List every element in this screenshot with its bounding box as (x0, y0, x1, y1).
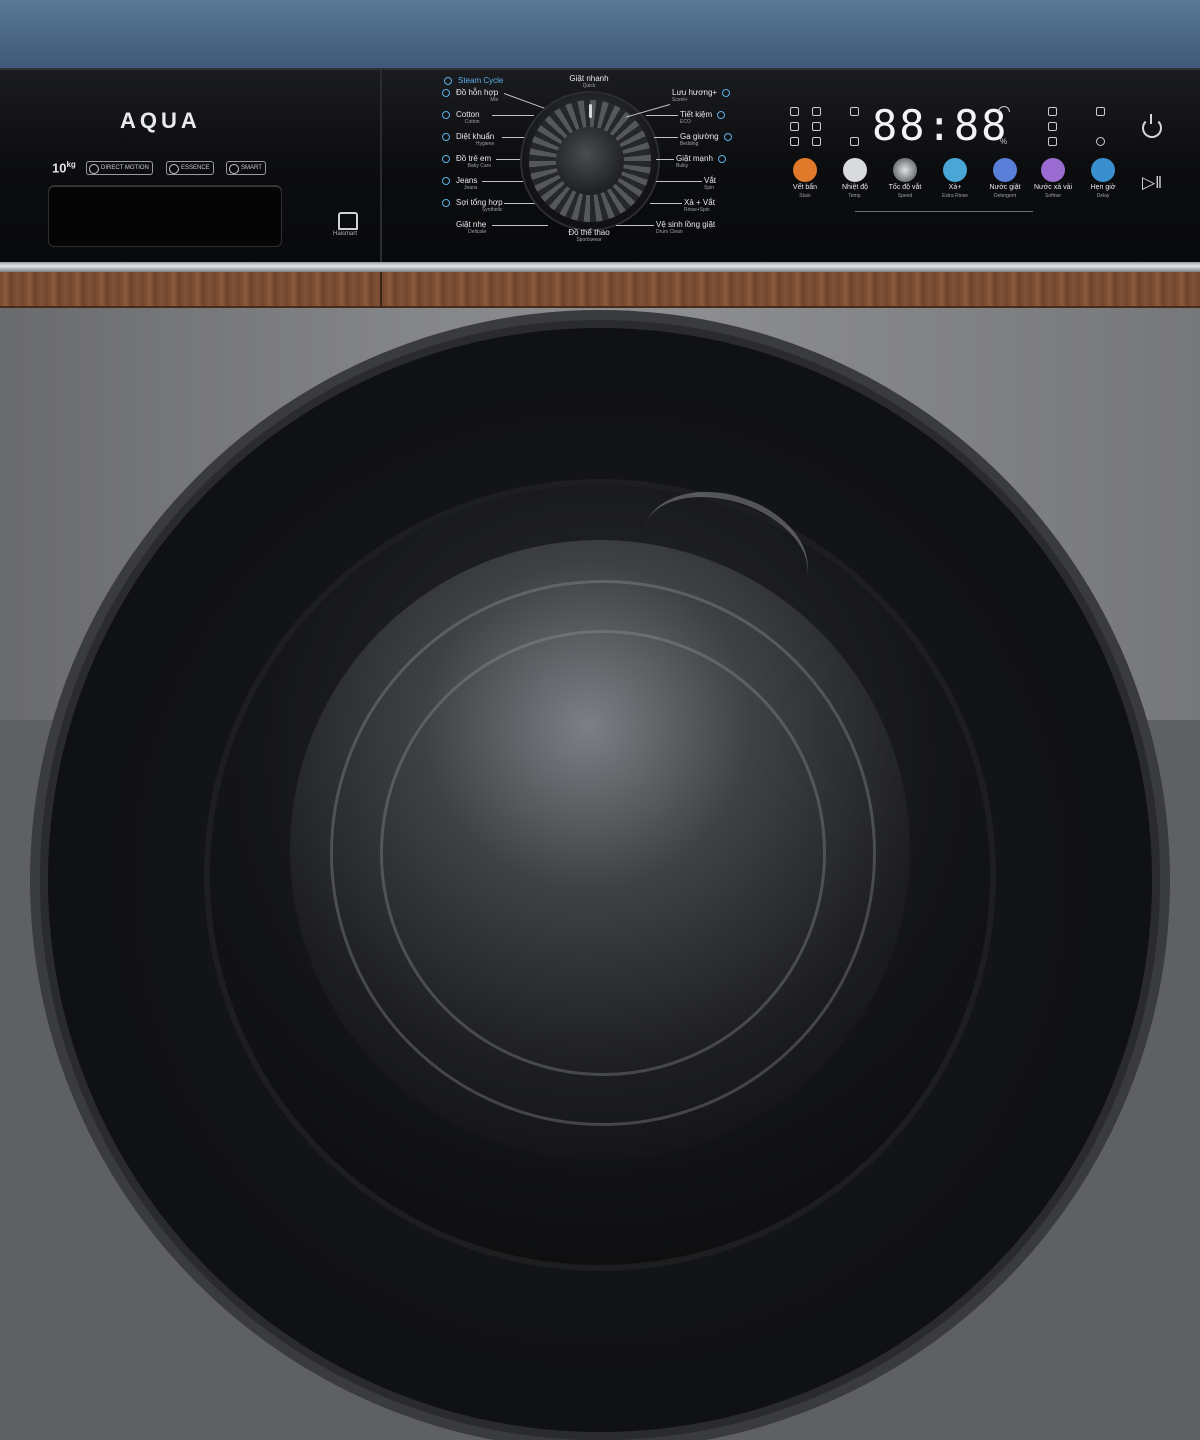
eye-icon (850, 137, 859, 146)
leader-line (492, 225, 548, 226)
temperature-icon (843, 158, 867, 182)
chrome-trim (0, 262, 1200, 272)
leader-line (502, 137, 528, 138)
function-stain[interactable]: Vết bẩn Stain (780, 158, 830, 199)
home-label: Haismart (333, 231, 358, 237)
function-delay[interactable]: Hẹn giờ Delay (1078, 158, 1128, 199)
wood-trim-divider (380, 272, 382, 306)
detergent-icon (993, 158, 1017, 182)
badge-smart: SMART (226, 161, 266, 175)
program-sportswear[interactable]: Đồ thể thao Sportswear (560, 228, 618, 243)
program-quick[interactable]: Giặt nhanh Quick (566, 74, 612, 89)
leader-line (492, 115, 534, 116)
play-pause-icon[interactable]: ▷‖ (1142, 173, 1162, 193)
drop-icon (1048, 107, 1057, 116)
program-mix[interactable]: Đồ hỗn hợp Mix (442, 88, 498, 103)
badge-essence: ESSENCE (166, 161, 214, 175)
softener-icon (1041, 158, 1065, 182)
essence-icon (169, 164, 179, 174)
indicator-icon (442, 111, 450, 119)
capacity-label: 10kg (52, 160, 76, 176)
shirt-icon (790, 107, 799, 116)
brand-logo: AQUA (120, 108, 201, 133)
program-bedding[interactable]: Ga giường Bedding (680, 132, 732, 147)
power-icon-bar (1150, 114, 1152, 124)
indicator-icon (444, 77, 452, 85)
delay-icon (1091, 158, 1115, 182)
leader-line (496, 159, 524, 160)
indicator-icon (442, 133, 450, 141)
program-steam-cycle[interactable]: Steam Cycle (444, 76, 503, 85)
function-temp[interactable]: Nhiệt độ Temp. (830, 158, 880, 199)
power-icon[interactable] (1142, 118, 1162, 138)
home-icon (338, 212, 358, 230)
indicator-icon (442, 89, 450, 97)
program-bulky[interactable]: Giặt mạnh Bulky (676, 154, 726, 169)
badge-direct-motion: DIRECT MOTION (86, 161, 153, 175)
wood-trim (0, 272, 1200, 308)
time-display: 88:88 (872, 101, 1009, 150)
smart-icon (229, 164, 239, 174)
indicator-icon (442, 155, 450, 163)
indicator-icon (442, 177, 450, 185)
bottle-icon (790, 122, 799, 131)
leader-line (650, 203, 682, 204)
leader-line (646, 115, 678, 116)
program-synthetic[interactable]: Sợi tổng hợp Synthetic (442, 198, 503, 213)
note-icon (1096, 107, 1105, 116)
function-combo-line (855, 211, 1033, 212)
leader-line (656, 181, 702, 182)
indicator-icon (717, 155, 726, 163)
leader-line (482, 181, 526, 182)
program-hygiene[interactable]: Diệt khuẩn Hygiene (442, 132, 494, 147)
sun-icon (1048, 122, 1057, 131)
hanger-icon (812, 137, 821, 146)
detergent-drawer[interactable] (48, 185, 282, 247)
indicator-icon (723, 133, 732, 141)
clock-icon (1096, 137, 1105, 146)
program-spin[interactable]: Vắt Spin (704, 176, 716, 191)
percent-indicator: % (1000, 137, 1008, 146)
drum-ridge (380, 630, 826, 1076)
motor-icon (89, 164, 99, 174)
function-detergent[interactable]: Nước giặt Detergent (980, 158, 1030, 199)
spin-speed-icon (893, 158, 917, 182)
dial-indicator-mark (589, 104, 592, 118)
cup-icon (812, 107, 821, 116)
program-eco[interactable]: Tiết kiệm ECO (680, 110, 726, 125)
shirt-stain-icon (793, 158, 817, 182)
program-rinse-spin[interactable]: Xả + Vắt Rinse+Spin (684, 198, 715, 213)
program-cotton[interactable]: Cotton Cotton (442, 110, 480, 125)
lock-icon (850, 107, 859, 116)
program-jeans[interactable]: Jeans Jeans (442, 176, 477, 191)
program-drum-clean[interactable]: Vệ sinh lồng giặt Drum Clean (656, 220, 715, 235)
leader-line (656, 159, 674, 160)
program-dial-cap (556, 127, 624, 195)
background-sky (0, 0, 1200, 70)
basket-icon (790, 137, 799, 146)
leader-line (504, 203, 538, 204)
leader-line (616, 225, 654, 226)
indicator-icon (442, 199, 450, 207)
function-speed[interactable]: Tốc độ vắt Speed (880, 158, 930, 199)
rinse-icon (943, 158, 967, 182)
function-softener[interactable]: Nước xả vải Softner (1028, 158, 1078, 199)
program-scent[interactable]: Lưu hương+ Scent+ (672, 88, 731, 103)
wifi-icon (998, 106, 1010, 112)
program-baby-care[interactable]: Đồ trẻ em Baby Care (442, 154, 491, 169)
moon-icon (1048, 137, 1057, 146)
iron-icon (812, 122, 821, 131)
function-extra-rinse[interactable]: Xả+ Extra Rinse (930, 158, 980, 199)
leader-line (654, 137, 678, 138)
program-delicate[interactable]: Giặt nhẹ Delicate (456, 220, 486, 235)
